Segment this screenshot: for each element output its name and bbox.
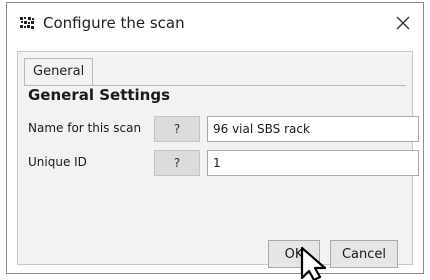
unique-id-label: Unique ID	[28, 155, 87, 169]
unique-id-input[interactable]	[207, 150, 419, 176]
ok-button[interactable]: OK	[268, 240, 320, 268]
scan-name-label: Name for this scan	[28, 121, 142, 135]
scan-name-help-button[interactable]: ?	[154, 116, 200, 142]
tab-general[interactable]: General	[24, 58, 94, 85]
field-row-scan-name: Name for this scan ?	[18, 116, 419, 144]
unique-id-help-button[interactable]: ?	[154, 150, 200, 176]
cancel-button[interactable]: Cancel	[330, 240, 398, 268]
dialog-title: Configure the scan	[43, 14, 185, 32]
configure-scan-dialog: Configure the scan General General Setti…	[6, 2, 424, 274]
dialog-content: General General Settings Name for this s…	[17, 51, 419, 268]
close-button[interactable]	[389, 9, 417, 37]
close-icon	[396, 16, 410, 30]
app-grid-icon	[19, 16, 35, 30]
field-row-unique-id: Unique ID ?	[18, 150, 419, 178]
title-bar: Configure the scan	[7, 3, 423, 43]
scan-name-input[interactable]	[207, 116, 419, 142]
section-heading: General Settings	[28, 86, 171, 104]
